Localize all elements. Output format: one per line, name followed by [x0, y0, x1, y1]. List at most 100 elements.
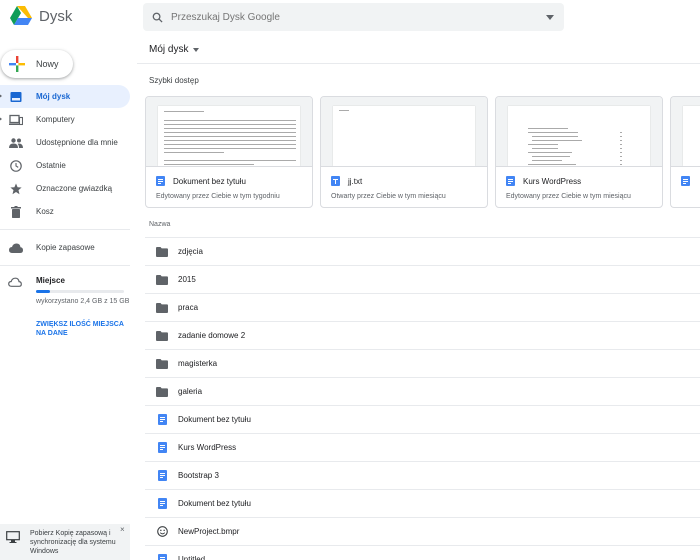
quick-access-label: Szybki dostęp [149, 76, 199, 85]
search-options-icon[interactable] [536, 3, 564, 31]
file-type-icon [156, 442, 168, 454]
file-row[interactable]: 2015 [145, 266, 700, 294]
sidebar-divider [0, 229, 130, 230]
file-name: magisterka [178, 359, 218, 368]
file-type-icon [156, 498, 168, 510]
trash-icon [9, 205, 23, 219]
file-name: galeria [178, 387, 203, 396]
sidebar-item-label: Kopie zapasowe [36, 243, 95, 252]
desktop-icon [6, 530, 20, 548]
expand-arrow-icon[interactable] [0, 116, 2, 122]
expand-arrow-icon[interactable] [0, 93, 2, 99]
storage-usage-bar [36, 290, 124, 293]
new-button-label: Nowy [36, 59, 59, 69]
search-bar[interactable] [143, 3, 564, 31]
promo-text: Pobierz Kopię zapasową i synchronizację … [30, 530, 116, 555]
storage-cloud-icon [8, 274, 22, 292]
file-name: Dokument bez tytułu [178, 499, 251, 508]
folder-icon [156, 386, 168, 397]
google-docs-icon [681, 176, 690, 186]
quick-access-card[interactable]: Kurs WordPress Edytowany przez Ciebie w … [495, 96, 663, 208]
storage-usage-fill [36, 290, 51, 293]
quick-access-card[interactable] [670, 96, 700, 208]
quick-access-card[interactable]: jj.txt Otwarty przez Ciebie w tym miesią… [320, 96, 488, 208]
search-icon[interactable] [143, 3, 171, 31]
sidebar-item-recent[interactable]: Ostatnie [0, 154, 130, 177]
star-icon [9, 182, 23, 196]
file-row[interactable]: zdjęcia [145, 238, 700, 266]
new-button[interactable]: Nowy [1, 50, 73, 78]
folder-icon [156, 274, 168, 285]
name-column-header[interactable]: Nazwa [149, 221, 170, 228]
file-type-icon [156, 554, 168, 560]
file-row[interactable]: Bootstrap 3 [145, 462, 700, 490]
quick-access-card[interactable]: Dokument bez tytułu Edytowany przez Cieb… [145, 96, 313, 208]
file-type-icon [156, 526, 168, 538]
file-name: Untitled [178, 555, 206, 560]
drive-logo[interactable]: Dysk [10, 6, 72, 26]
text-file-icon [331, 176, 340, 186]
close-icon[interactable]: × [120, 525, 125, 534]
file-name: Dokument bez tytułu [178, 415, 251, 424]
plus-icon [9, 56, 25, 72]
header-divider [137, 63, 700, 64]
shared-icon [9, 136, 23, 150]
sidebar-item-label: Kosz [36, 207, 54, 216]
quick-access-activity: Edytowany przez Ciebie w tym miesiącu [506, 193, 631, 200]
file-row[interactable]: Kurs WordPress [145, 434, 700, 462]
google-docs-icon [157, 498, 167, 509]
file-type-icon [156, 246, 168, 258]
file-type-icon [156, 386, 168, 398]
smiley-icon [156, 526, 168, 537]
upgrade-storage-link[interactable]: ZWIĘKSZ ILOŚĆ MIEJSCA NA DANE [36, 320, 131, 338]
file-row[interactable]: Dokument bez tytułu [145, 406, 700, 434]
page-title: Mój dysk [149, 44, 189, 55]
file-name: zadanie domowe 2 [178, 331, 246, 340]
sidebar-item-starred[interactable]: Oznaczone gwiazdką [0, 177, 130, 200]
google-drive-logo-icon [10, 6, 32, 25]
quick-access-file-name: Kurs WordPress [523, 176, 582, 186]
backup-sync-promo[interactable]: Pobierz Kopię zapasową i synchronizację … [0, 524, 130, 560]
sidebar-item-label: Udostępnione dla mnie [36, 138, 118, 147]
sidebar-item-computers[interactable]: Komputery [0, 108, 130, 131]
storage-used-text: wykorzystano 2,4 GB z 15 GB [36, 298, 130, 305]
google-docs-icon [157, 554, 167, 560]
chevron-down-icon [193, 47, 200, 52]
google-docs-icon [506, 176, 515, 186]
file-type-icon [156, 302, 168, 314]
file-type-icon [156, 414, 168, 426]
file-row[interactable]: galeria [145, 378, 700, 406]
file-row[interactable]: zadanie domowe 2 [145, 322, 700, 350]
file-row[interactable]: Untitled [145, 546, 700, 560]
sidebar-item-trash[interactable]: Kosz [0, 200, 130, 223]
sidebar-divider [0, 265, 130, 266]
file-row[interactable]: magisterka [145, 350, 700, 378]
quick-access-activity: Otwarty przez Ciebie w tym miesiącu [331, 193, 446, 200]
file-thumbnail [146, 97, 312, 167]
folder-icon [156, 330, 168, 341]
file-name: praca [178, 303, 199, 312]
google-docs-icon [157, 470, 167, 481]
storage-label[interactable]: Miejsce [36, 276, 65, 285]
cloud-icon [9, 241, 23, 255]
sidebar-nav: Mój dysk Komputery Udostępnione dla mnie… [0, 85, 130, 272]
app-title: Dysk [39, 7, 73, 25]
sidebar-item-label: Komputery [36, 115, 75, 124]
quick-access-file-name: jj.txt [348, 176, 363, 186]
file-row[interactable]: NewProject.bmpr [145, 518, 700, 546]
sidebar-item-backups[interactable]: Kopie zapasowe [0, 236, 130, 259]
sidebar-item-shared[interactable]: Udostępnione dla mnie [0, 131, 130, 154]
file-thumbnail [321, 97, 487, 167]
file-type-icon [156, 330, 168, 342]
google-docs-icon [157, 414, 167, 425]
file-type-icon [156, 274, 168, 286]
sidebar-item-my-drive[interactable]: Mój dysk [0, 85, 130, 108]
quick-access-file-name: Dokument bez tytułu [173, 176, 246, 186]
file-name: Bootstrap 3 [178, 471, 219, 480]
file-thumbnail [496, 97, 662, 167]
file-row[interactable]: Dokument bez tytułu [145, 490, 700, 518]
search-input[interactable] [171, 11, 536, 23]
my-drive-dropdown[interactable]: Mój dysk [149, 44, 200, 55]
file-row[interactable]: praca [145, 294, 700, 322]
sidebar-item-label: Oznaczone gwiazdką [36, 184, 113, 193]
